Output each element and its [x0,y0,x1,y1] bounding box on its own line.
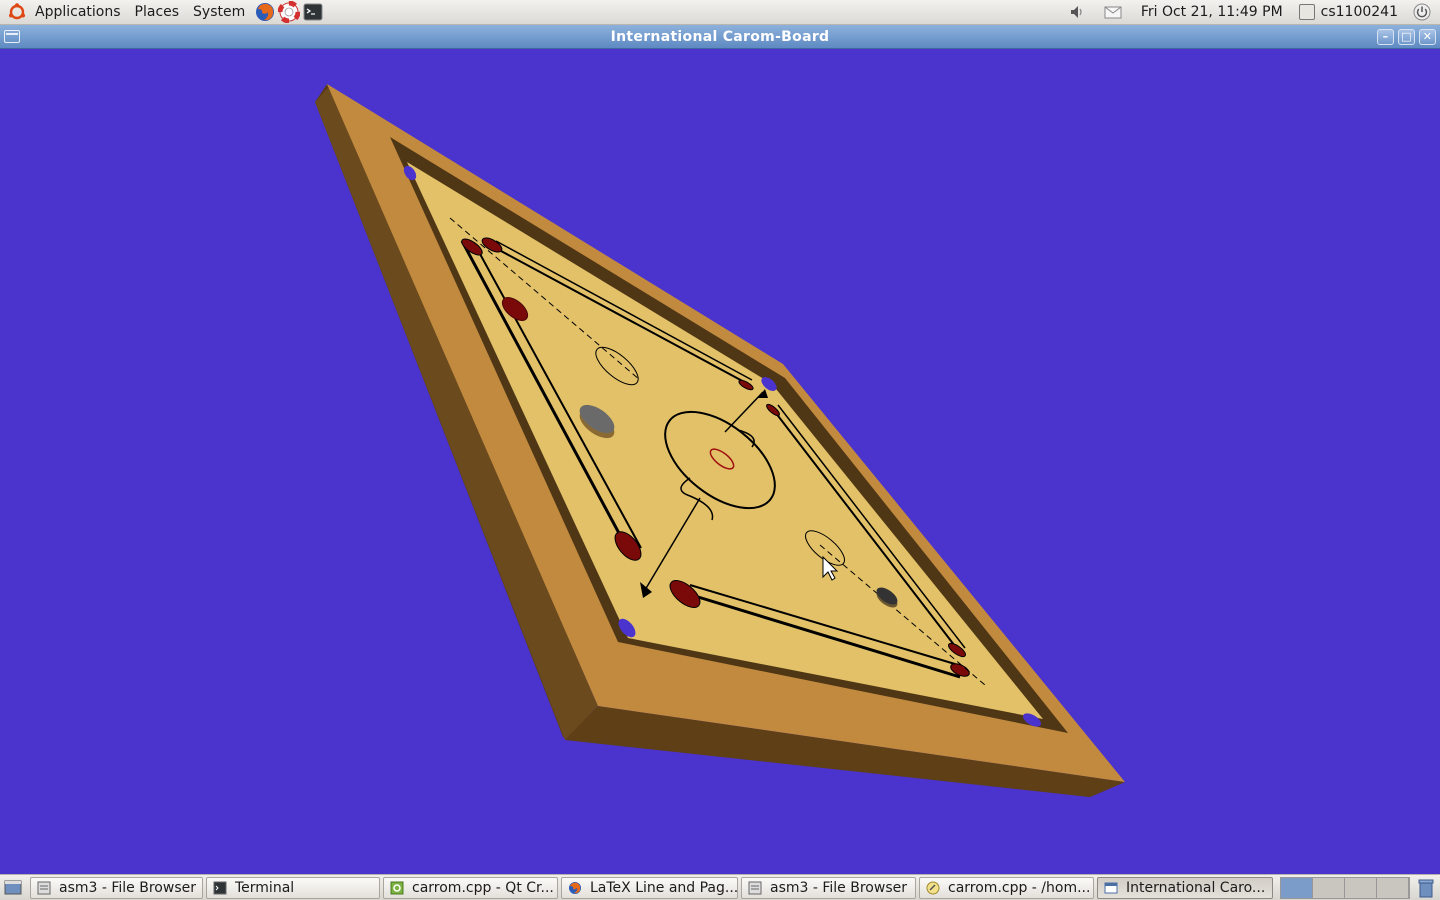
taskbar-item-file-browser-1[interactable]: asm3 - File Browser [30,876,203,899]
firefox-icon [569,881,581,894]
mail-icon[interactable] [1103,2,1123,22]
system-menu[interactable]: System [186,0,252,24]
places-menu[interactable]: Places [128,0,187,24]
workspace-3[interactable] [1345,877,1377,898]
taskbar-item-qt-creator[interactable]: carrom.cpp - Qt Cr... [383,876,558,899]
firefox-launcher-icon[interactable] [254,1,276,23]
workspace-1[interactable] [1281,877,1313,898]
taskbar-item-firefox[interactable]: LaTeX Line and Pag... [561,876,738,899]
window-titlebar[interactable]: International Carom-Board – □ ✕ [0,25,1440,49]
text-editor-icon [926,881,940,894]
ubuntu-logo-icon[interactable] [8,3,26,21]
close-button[interactable]: ✕ [1419,29,1436,45]
taskbar-item-label: asm3 - File Browser [59,879,196,896]
terminal-launcher-icon[interactable] [302,1,324,23]
window-title: International Carom-Board [610,28,830,45]
window-menu-icon[interactable] [4,30,20,43]
taskbar-item-carom-board[interactable]: International Caro... [1097,876,1273,899]
taskbar-item-label: carrom.cpp - /hom... [948,879,1091,896]
workspace-2[interactable] [1313,877,1345,898]
taskbar-item-file-browser-2[interactable]: asm3 - File Browser [741,876,916,899]
taskbar-item-text-editor[interactable]: carrom.cpp - /hom... [919,876,1094,899]
qt-creator-icon [390,881,404,894]
file-browser-icon [748,881,762,894]
taskbar-item-label: asm3 - File Browser [770,879,907,896]
workspace-switcher[interactable] [1280,876,1410,899]
show-desktop-icon[interactable] [2,877,24,899]
terminal-icon [213,881,227,894]
user-menu[interactable]: cs1100241 [1293,4,1404,20]
clock[interactable]: Fri Oct 21, 11:49 PM [1131,4,1293,20]
taskbar-item-label: International Caro... [1126,879,1266,896]
maximize-button[interactable]: □ [1398,29,1415,45]
board-viewport[interactable] [0,49,1440,874]
help-launcher-icon[interactable] [278,1,301,23]
top-panel: Applications Places System Fri Oct 21, 1… [0,0,1440,25]
bottom-taskbar: asm3 - File Browser Terminal carrom.cpp … [0,874,1440,900]
taskbar-item-terminal[interactable]: Terminal [206,876,380,899]
user-name: cs1100241 [1320,4,1398,20]
workspace-4[interactable] [1377,877,1409,898]
carom-board-3d[interactable] [0,49,1440,874]
volume-icon[interactable] [1067,2,1087,22]
user-status-icon [1298,4,1315,20]
taskbar-item-label: carrom.cpp - Qt Cr... [412,879,554,896]
applications-menu[interactable]: Applications [28,0,128,24]
trash-icon[interactable] [1416,877,1436,899]
file-browser-icon [37,881,51,894]
minimize-button[interactable]: – [1377,29,1394,45]
window-icon [1104,882,1118,893]
power-icon[interactable] [1412,2,1432,22]
taskbar-item-label: LaTeX Line and Pag... [590,879,738,896]
taskbar-item-label: Terminal [235,879,295,896]
